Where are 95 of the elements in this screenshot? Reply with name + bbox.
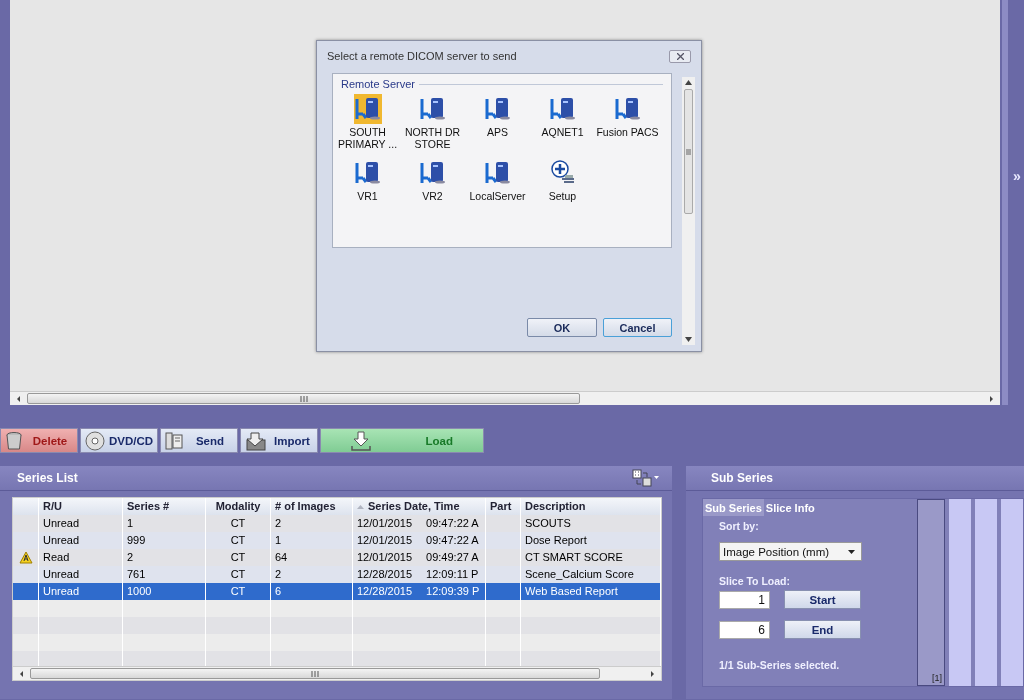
table-cell: CT <box>206 583 271 600</box>
sort-dropdown[interactable]: Image Position (mm) <box>719 542 862 561</box>
trash-icon <box>5 430 23 451</box>
expand-arrow[interactable]: » <box>1013 168 1021 186</box>
server-icon <box>419 159 446 185</box>
toolbar-button[interactable]: Send <box>160 428 238 453</box>
close-button[interactable] <box>669 49 691 63</box>
server-item[interactable]: VR2 <box>400 158 465 202</box>
server-icon <box>614 95 641 121</box>
time-text: 09:49:27 A <box>426 550 479 565</box>
server-icon <box>484 159 511 185</box>
end-slice-field[interactable]: 6 <box>719 620 770 639</box>
toolbar-button[interactable]: DVD/CD <box>80 428 158 453</box>
table-cell: Dose Report <box>521 532 661 549</box>
column-header[interactable]: # of Images <box>271 498 353 515</box>
column-header[interactable]: Series # <box>123 498 206 515</box>
toolbar-button[interactable]: Delete <box>0 428 78 453</box>
time-text: 12:09:39 P <box>426 584 480 599</box>
table-cell: Unread <box>39 583 123 600</box>
scrollbar-thumb[interactable] <box>684 89 693 214</box>
time-text: 09:47:22 A <box>426 533 479 548</box>
grip-icon <box>311 670 319 677</box>
server-item[interactable]: SOUTH PRIMARY ... <box>335 94 400 150</box>
scroll-right-icon <box>648 669 656 678</box>
tab[interactable]: Slice Info <box>763 499 817 516</box>
scroll-up-icon <box>685 80 692 85</box>
server-icon <box>419 95 446 121</box>
column-header[interactable]: Modality <box>206 498 271 515</box>
dropdown-caret-icon <box>848 549 855 554</box>
time-text: 09:47:22 A <box>426 516 479 531</box>
disc-icon <box>85 430 105 451</box>
thumbnail[interactable]: [1] <box>917 499 945 686</box>
table-cell: 999 <box>123 532 206 549</box>
scrollbar-thumb[interactable] <box>27 393 580 404</box>
date-text: 12/01/2015 <box>357 533 413 548</box>
scroll-right-icon <box>987 394 995 403</box>
server-icon <box>549 95 576 121</box>
server-item[interactable]: NORTH DR STORE <box>400 94 465 150</box>
start-slice-field[interactable]: 1 <box>719 590 770 609</box>
import-icon <box>245 430 267 451</box>
scrollbar-thumb[interactable] <box>30 668 600 679</box>
panel-title: Sub Series <box>711 471 774 485</box>
horizontal-scrollbar[interactable] <box>13 666 661 680</box>
table-row[interactable]: Unread 999 CT 1 12/01/2015 09:47:22 A Dose Report <box>13 532 661 549</box>
server-item[interactable]: LocalServer <box>465 158 530 202</box>
scroll-left-icon <box>15 394 23 403</box>
table-cell: CT <box>206 532 271 549</box>
server-icon <box>484 95 511 121</box>
table-cell: 1000 <box>123 583 206 600</box>
table-cell: 6 <box>271 583 353 600</box>
phone-icon <box>165 430 183 451</box>
dialog-title: Select a remote DICOM server to send <box>327 50 517 62</box>
column-header[interactable]: Description <box>521 498 661 515</box>
panel-title: Series List <box>17 471 78 485</box>
layout-icon[interactable] <box>632 469 660 487</box>
table-cell: Unread <box>39 532 123 549</box>
scroll-left-icon <box>18 669 26 678</box>
column-header[interactable]: R/U <box>39 498 123 515</box>
warning-icon <box>18 551 33 564</box>
server-item[interactable]: Fusion PACS <box>595 94 660 150</box>
server-icon <box>354 159 381 185</box>
start-button[interactable]: Start <box>784 590 861 609</box>
toolbar-button[interactable]: Import <box>240 428 318 453</box>
download-icon <box>351 430 371 451</box>
vertical-scrollbar[interactable] <box>682 77 695 345</box>
table-row[interactable]: Unread 761 CT 2 12/28/2015 12:09:11 P Scene_Calcium Score <box>13 566 661 583</box>
time-text: 12:09:11 P <box>426 567 479 582</box>
field-label: Slice To Load: <box>719 575 791 587</box>
grip-icon <box>686 148 691 155</box>
date-text: 12/01/2015 <box>357 516 413 531</box>
server-icon <box>354 95 381 121</box>
end-button[interactable]: End <box>784 620 861 639</box>
close-icon <box>676 52 684 60</box>
thumbnail-label: [1] <box>932 673 942 683</box>
date-text: 12/01/2015 <box>357 550 413 565</box>
table-cell: 1 <box>271 532 353 549</box>
horizontal-scrollbar[interactable] <box>10 391 1000 405</box>
table-row[interactable]: Unread 1000 CT 6 12/28/2015 12:09:39 P Web Based Report <box>13 583 661 600</box>
column-header[interactable]: Part <box>486 498 521 515</box>
group-label: Remote Server <box>341 78 415 90</box>
field-label: Sort by: <box>719 520 760 532</box>
add-server-icon <box>549 159 576 185</box>
server-item[interactable]: VR1 <box>335 158 400 202</box>
column-header[interactable]: Series Date, Time <box>368 498 460 515</box>
status-text: 1/1 Sub-Series selected. <box>719 659 841 671</box>
date-text: 12/28/2015 <box>357 584 413 599</box>
ok-button[interactable]: OK <box>527 318 597 337</box>
table-cell: Web Based Report <box>521 583 661 600</box>
date-text: 12/28/2015 <box>357 567 413 582</box>
server-item[interactable]: APS <box>465 94 530 150</box>
server-item[interactable]: Setup <box>530 158 595 202</box>
cancel-button[interactable]: Cancel <box>603 318 672 337</box>
grip-icon <box>299 395 308 402</box>
scroll-down-icon <box>685 337 692 342</box>
server-item[interactable]: AQNET1 <box>530 94 595 150</box>
